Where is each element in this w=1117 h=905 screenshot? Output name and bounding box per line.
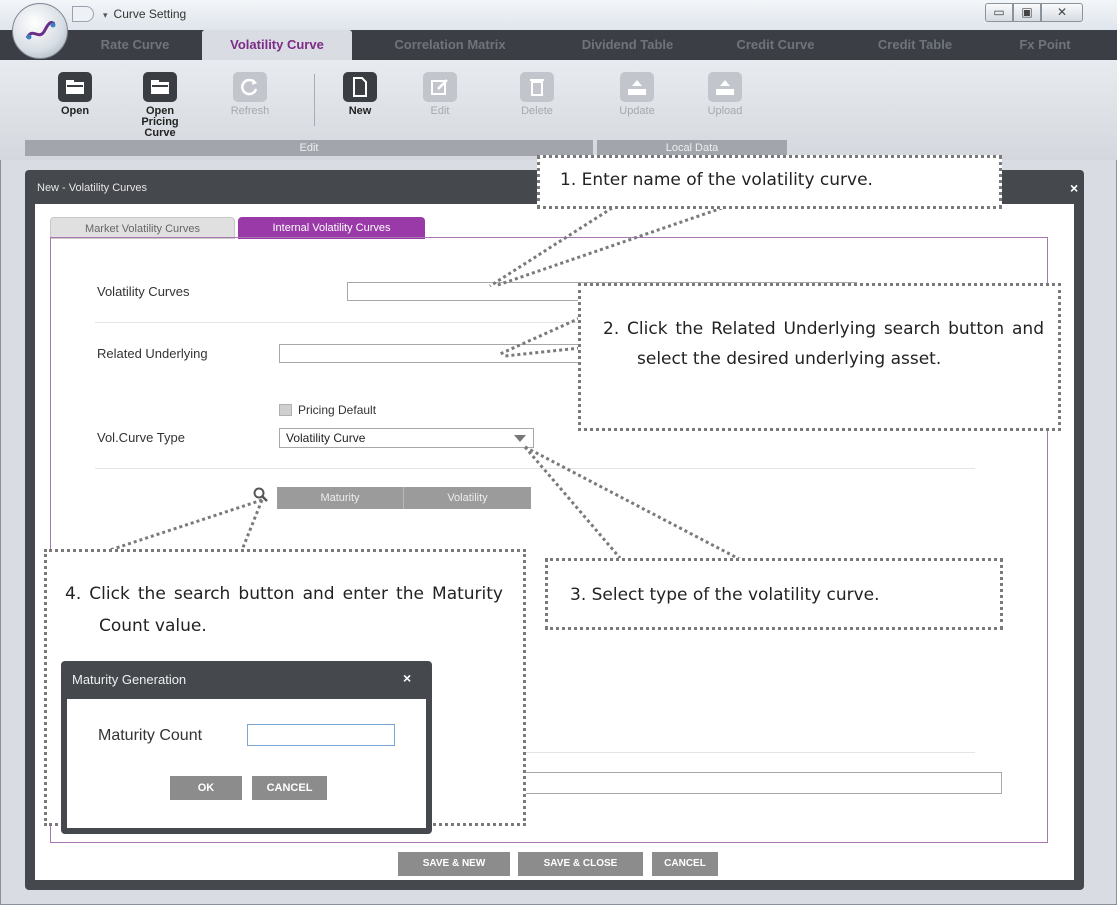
open-pricing-curve-button[interactable]: Open Pricing Curve xyxy=(120,68,200,139)
edit-icon xyxy=(423,72,457,102)
maturity-count-input[interactable] xyxy=(247,724,395,746)
vol-curve-type-label: Vol.Curve Type xyxy=(97,430,185,445)
column-maturity: Maturity xyxy=(277,487,404,509)
refresh-button[interactable]: Refresh xyxy=(210,68,290,138)
open-button[interactable]: Open xyxy=(35,68,115,138)
minimize-button[interactable]: ▭ xyxy=(985,3,1013,22)
pricing-default-checkbox[interactable] xyxy=(279,404,292,416)
vol-curve-type-select[interactable]: Volatility Curve xyxy=(279,428,534,448)
save-and-new-button[interactable]: SAVE & NEW xyxy=(398,852,510,876)
callout-step-3: 3. Select type of the volatility curve. xyxy=(545,558,1003,630)
popup-body xyxy=(67,699,426,828)
chevron-down-icon xyxy=(514,435,526,442)
update-icon xyxy=(620,72,654,102)
dialog-close-icon[interactable]: × xyxy=(1070,180,1078,196)
ok-button[interactable]: OK xyxy=(170,776,242,800)
callout-step-1: 1. Enter name of the volatility curve. xyxy=(537,155,1002,209)
maturity-count-label: Maturity Count xyxy=(98,727,203,744)
refresh-icon xyxy=(233,72,267,102)
column-volatility: Volatility xyxy=(447,492,488,504)
quick-access-dropdown-icon[interactable]: ▾ xyxy=(103,10,108,20)
save-and-close-button[interactable]: SAVE & CLOSE xyxy=(518,852,643,876)
upload-icon xyxy=(708,72,742,102)
cancel-button[interactable]: CANCEL xyxy=(652,852,718,876)
description-input[interactable] xyxy=(520,772,1002,794)
divider xyxy=(95,468,975,469)
popup-title: Maturity Generation xyxy=(72,672,187,687)
tab-credit-curve[interactable]: Credit Curve xyxy=(718,30,833,60)
new-document-icon xyxy=(343,72,377,102)
window-title: ▾ Curve Setting xyxy=(103,7,187,21)
tab-internal-volatility-curves[interactable]: Internal Volatility Curves xyxy=(238,217,425,239)
tab-fx-point[interactable]: Fx Point xyxy=(1000,30,1090,60)
pricing-default-label: Pricing Default xyxy=(298,403,377,417)
dialog-title: New - Volatility Curves xyxy=(37,182,148,194)
maximize-button[interactable]: ▣ xyxy=(1013,3,1041,22)
folder-icon xyxy=(143,72,177,102)
volatility-curves-label: Volatility Curves xyxy=(97,284,190,299)
delete-button[interactable]: Delete xyxy=(497,68,577,138)
maturity-volatility-grid-header: Maturity Volatility xyxy=(277,487,531,509)
tab-correlation-matrix[interactable]: Correlation Matrix xyxy=(365,30,535,60)
related-underlying-label: Related Underlying xyxy=(97,346,208,361)
maturity-search-icon[interactable] xyxy=(253,487,269,508)
folder-icon xyxy=(58,72,92,102)
callout-step-2: 2. Click the Related Underlying search b… xyxy=(578,283,1061,431)
tab-rate-curve[interactable]: Rate Curve xyxy=(75,30,195,60)
tab-volatility-curve[interactable]: Volatility Curve xyxy=(202,30,352,60)
popup-close-icon[interactable]: × xyxy=(403,670,411,686)
related-underlying-input[interactable] xyxy=(279,344,579,363)
new-button[interactable]: New xyxy=(320,68,400,138)
app-menu-button[interactable] xyxy=(12,3,68,59)
ribbon-group-local-data: Local Data xyxy=(597,140,787,156)
quick-access-toolbar[interactable] xyxy=(72,6,94,22)
update-button[interactable]: Update xyxy=(597,68,677,138)
edit-button[interactable]: Edit xyxy=(400,68,480,138)
popup-cancel-button[interactable]: CANCEL xyxy=(252,776,327,800)
tab-dividend-table[interactable]: Dividend Table xyxy=(565,30,690,60)
tab-credit-table[interactable]: Credit Table xyxy=(860,30,970,60)
ribbon-group-edit: Edit xyxy=(25,140,593,156)
tab-market-volatility-curves[interactable]: Market Volatility Curves xyxy=(50,217,235,239)
close-window-button[interactable]: ✕ xyxy=(1041,3,1083,22)
delete-icon xyxy=(520,72,554,102)
curve-logo-icon xyxy=(25,21,56,40)
ribbon-separator xyxy=(314,74,315,126)
upload-button[interactable]: Upload xyxy=(685,68,765,138)
